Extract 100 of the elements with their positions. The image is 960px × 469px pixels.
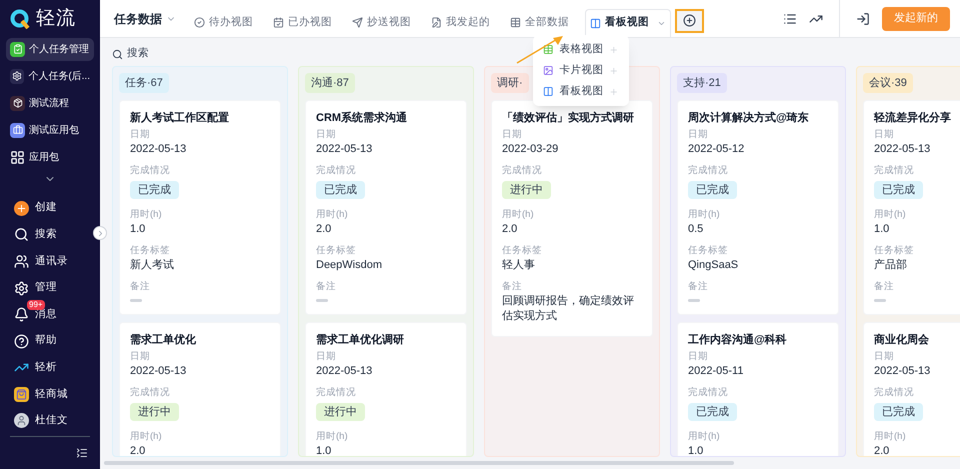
field-value: 2022-05-12 [688, 142, 746, 157]
field-value: 1.0 [874, 222, 890, 237]
empty-dash-icon [874, 299, 886, 302]
field-label: 任务标签 [688, 245, 729, 257]
view-title-dropdown[interactable]: 任务数据 [114, 10, 176, 28]
field-value: 2.0 [130, 444, 146, 456]
field-label: 完成情况 [316, 165, 357, 177]
field-value: 2022-05-13 [130, 142, 188, 157]
field-value: 2022-05-13 [316, 142, 374, 157]
bell-icon [14, 307, 29, 322]
search-field[interactable]: 搜索 [112, 42, 149, 66]
field-label: 用时(h) [316, 431, 349, 443]
field-label: 任务标签 [316, 245, 357, 257]
field-label: 完成情况 [316, 387, 357, 399]
card-title: 工作内容沟通@科科 [688, 333, 788, 348]
view-tab[interactable]: 看板视图 [585, 8, 671, 36]
nav-item[interactable]: 管理 [8, 276, 92, 300]
task-card[interactable]: 需求工单优化调研 日期 2022-05-13 完成情况 进行中 用时(h) 1.0 [305, 322, 467, 456]
task-card[interactable]: 周次计算解决方式@琦东 日期 2022-05-12 完成情况 已完成 用时(h) 0.5 任务标签 QingSaaS 备注 [677, 100, 839, 315]
task-card[interactable]: 轻流差异化分享 日期 2022-05-13 完成情况 已完成 用时(h) 1.0 任务标签 产品部 备注 [863, 100, 960, 315]
nav-item[interactable]: 轻析 [8, 356, 92, 380]
field-value: 2022-05-11 [688, 364, 744, 379]
search-icon [14, 227, 29, 242]
column-header-tag: 沟通·87 [305, 73, 355, 93]
task-card[interactable]: 新人考试工作区配置 日期 2022-05-13 完成情况 已完成 用时(h) 1.0 任务标签 新人考试 备注 [119, 100, 281, 315]
nav-item[interactable]: 搜索 [8, 223, 92, 246]
column-header-tag: 会议·39 [863, 73, 913, 93]
field-label: 完成情况 [130, 387, 171, 399]
field-value: 轻人事 [502, 258, 536, 273]
view-tab[interactable]: 全部数据 [506, 8, 573, 36]
nav-item[interactable]: 杜佳文 [8, 410, 92, 432]
sidebar-item[interactable]: 个人任务管理 [6, 38, 94, 61]
briefcase-icon [10, 122, 25, 138]
view-tab[interactable]: 待办视图 [190, 8, 257, 36]
status-tag: 已完成 [130, 181, 179, 199]
field-label: 任务标签 [874, 245, 915, 257]
field-label: 完成情况 [874, 387, 915, 399]
menu-item[interactable]: 看板视图 [533, 81, 629, 102]
empty-dash-icon [688, 299, 700, 302]
field-label: 完成情况 [130, 165, 171, 177]
task-card[interactable]: 「绩效评估」实现方式调研 日期 2022-03-29 完成情况 进行中 用时(h) 2.0 任务标签 轻人事 备注 回顾调研报告，确定绩效评估实现方式 [491, 100, 653, 337]
menu-item[interactable]: 表格视图 [533, 39, 629, 60]
field-label: 备注 [688, 281, 709, 293]
sidebar-item[interactable]: 应用包 [6, 146, 94, 169]
task-card[interactable]: 需求工单优化 日期 2022-05-13 完成情况 进行中 用时(h) 2.0 [119, 322, 281, 456]
sidebar-item[interactable]: 测试流程 [6, 92, 94, 115]
field-label: 完成情况 [874, 165, 915, 177]
view-tab[interactable]: 已办视图 [269, 8, 336, 36]
field-label: 用时(h) [874, 431, 907, 443]
field-label: 用时(h) [130, 431, 163, 443]
status-tag: 已完成 [316, 181, 365, 199]
plus-icon [609, 44, 619, 54]
sidebar-item[interactable]: 个人任务(后... [6, 64, 94, 88]
field-value: 2022-05-13 [130, 364, 188, 379]
card-title: CRM系统需求沟通 [316, 111, 408, 126]
nav-item[interactable]: 轻商城 [8, 382, 92, 406]
menu-item[interactable]: 卡片视图 [533, 60, 629, 81]
add-icon [683, 14, 696, 27]
field-label: 日期 [316, 351, 337, 363]
add-view-button[interactable] [675, 8, 704, 32]
view-tab[interactable]: 抄送视图 [348, 8, 415, 36]
expand-handle-icon[interactable] [93, 226, 107, 240]
sidebar-item[interactable]: 测试应用包 [6, 118, 94, 142]
field-value: 2022-05-13 [316, 364, 374, 379]
horizontal-scrollbar[interactable] [104, 461, 734, 465]
nav-item[interactable]: 创建 [8, 196, 92, 220]
calendar-check-icon [273, 17, 284, 28]
field-label: 备注 [874, 281, 895, 293]
list-icon[interactable] [783, 12, 797, 26]
field-value: 1.0 [688, 444, 704, 456]
field-label: 完成情况 [502, 165, 543, 177]
field-value: 产品部 [874, 258, 908, 273]
table-icon [510, 17, 521, 28]
field-value: 1.0 [316, 444, 332, 456]
field-label: 任务标签 [130, 245, 171, 257]
field-value: 2.0 [502, 222, 518, 237]
field-label: 日期 [688, 129, 709, 141]
table-icon [543, 44, 554, 55]
collapse-sidebar-icon[interactable] [76, 447, 88, 460]
nav-item[interactable]: 通讯录 [8, 250, 92, 274]
field-label: 用时(h) [502, 209, 535, 221]
view-tab[interactable]: 我发起的 [427, 8, 494, 36]
field-value: 2.0 [316, 222, 332, 237]
field-value: 1.0 [130, 222, 146, 237]
board-icon [543, 86, 554, 97]
task-card[interactable]: 商业化周会 日期 2022-05-13 完成情况 已完成 用时(h) 2.0 [863, 322, 960, 456]
check-circle-icon [194, 17, 205, 28]
edit-icon [431, 17, 442, 28]
import-icon[interactable] [856, 12, 870, 26]
task-card[interactable]: 工作内容沟通@科科 日期 2022-05-11 完成情况 已完成 用时(h) 1.0 [677, 322, 839, 456]
field-label: 日期 [130, 129, 151, 141]
card-title: 需求工单优化调研 [316, 333, 405, 348]
nav-item[interactable]: 帮助 [8, 330, 92, 353]
field-value: 2022-05-13 [874, 364, 932, 379]
card-icon [543, 65, 554, 76]
status-tag: 已完成 [874, 403, 923, 421]
field-value: 2022-03-29 [502, 142, 560, 157]
field-label: 日期 [130, 351, 151, 363]
field-label: 用时(h) [688, 209, 721, 221]
task-card[interactable]: CRM系统需求沟通 日期 2022-05-13 完成情况 已完成 用时(h) 2.0 任务标签 DeepWisdom 备注 [305, 100, 467, 315]
